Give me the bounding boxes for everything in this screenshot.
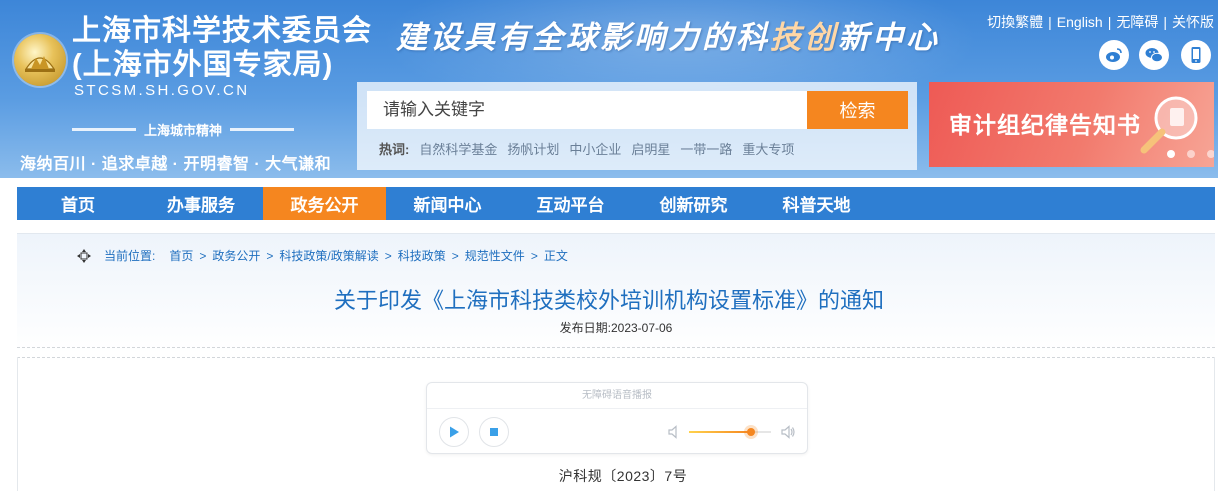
announcement-banner[interactable]: 审计组纪律告知书: [929, 82, 1214, 167]
play-icon: [450, 426, 459, 438]
nav-item-home[interactable]: 首页: [17, 187, 139, 220]
link-separator: |: [1163, 14, 1167, 30]
top-links: 切換繁體 | English | 无障碍 | 关怀版: [987, 12, 1214, 32]
banner-dot[interactable]: [1167, 150, 1175, 158]
breadcrumb-policy[interactable]: 科技政策: [398, 247, 446, 264]
english-link[interactable]: English: [1057, 14, 1103, 30]
volume-fill: [689, 431, 751, 433]
document-number: 沪科规〔2023〕7号: [558, 468, 688, 484]
city-spirit-values: 海纳百川 · 追求卓越 · 开明睿智 · 大气谦和: [20, 156, 332, 173]
city-emblem-icon[interactable]: [14, 34, 66, 86]
volume-knob[interactable]: [746, 428, 755, 436]
traditional-chinese-link[interactable]: 切換繁體: [987, 12, 1043, 32]
publish-date: 发布日期:2023-07-06: [0, 319, 1218, 336]
breadcrumb-label: 当前位置:: [104, 249, 156, 263]
publish-date-label: 发布日期:: [559, 321, 611, 335]
spirit-bar-right: [230, 127, 295, 131]
article-title: 关于印发《上海市科技类校外培训机构设置标准》的通知: [333, 288, 884, 313]
location-crosshair-icon: [77, 248, 91, 263]
org-name-line2[interactable]: (上海市外国专家局): [72, 48, 333, 82]
mobile-icon[interactable]: [1181, 40, 1211, 70]
wechat-icon[interactable]: [1139, 40, 1169, 70]
player-caption: 无障碍语音播报: [427, 383, 807, 409]
org-name-line1[interactable]: 上海市科学技术委员会: [72, 14, 372, 48]
divider: [17, 357, 1215, 358]
banner-text: 审计组纪律告知书: [949, 112, 1141, 138]
nav-item-news[interactable]: 新闻中心: [386, 187, 509, 220]
breadcrumb-government-affairs[interactable]: 政务公开: [212, 247, 260, 264]
hotword-link[interactable]: 自然科学基金: [419, 139, 497, 158]
mobile-glyph: [1191, 47, 1201, 63]
site-domain: STCSM.SH.GOV.CN: [74, 82, 250, 99]
slogan-part1: 建设具有全球影响力的科: [396, 20, 770, 56]
spirit-bar-left: [72, 127, 136, 131]
nav-item-science-popularization[interactable]: 科普天地: [755, 187, 878, 220]
breadcrumb: 当前位置: 首页 > 政务公开 > 科技政策/政策解读 > 科技政策 > 规范性…: [76, 247, 568, 264]
nav-item-government-affairs[interactable]: 政务公开: [263, 187, 386, 220]
breadcrumb-arrow: >: [451, 248, 459, 263]
hotword-link[interactable]: 启明星: [631, 139, 670, 158]
breadcrumb-current[interactable]: 正文: [544, 247, 568, 264]
city-spirit-title: 上海城市精神: [72, 120, 295, 138]
audio-player: 无障碍语音播报: [426, 382, 808, 454]
accessibility-link[interactable]: 无障碍: [1116, 12, 1158, 32]
breadcrumb-arrow: >: [199, 248, 207, 263]
search-input[interactable]: [367, 91, 807, 129]
link-separator: |: [1107, 14, 1112, 30]
emblem-graphic: [24, 56, 56, 72]
nav-item-services[interactable]: 办事服务: [139, 187, 263, 220]
main-navigation: 首页 办事服务 政务公开 新闻中心 互动平台 创新研究 科普天地: [17, 187, 1215, 220]
play-button[interactable]: [439, 417, 469, 447]
hotwords-label: 热词:: [379, 142, 410, 157]
banner-dot[interactable]: [1207, 150, 1214, 158]
slogan-highlight: 技创: [770, 20, 838, 56]
volume-high-icon[interactable]: [780, 424, 796, 440]
stop-icon: [490, 428, 498, 436]
site-header: 上海市科学技术委员会 (上海市外国专家局) STCSM.SH.GOV.CN 建设…: [0, 0, 1218, 178]
search-panel: 检索 热词: 自然科学基金 扬帆计划 中小企业 启明星 一带一路 重大专项: [357, 82, 917, 170]
slogan-part2: 新中心: [838, 20, 940, 56]
nav-item-innovation-research[interactable]: 创新研究: [632, 187, 755, 220]
wechat-glyph: [1145, 48, 1163, 63]
hotword-link[interactable]: 重大专项: [742, 139, 794, 158]
elderly-mode-link[interactable]: 关怀版: [1172, 12, 1214, 32]
spirit-title-text: 上海城市精神: [144, 122, 223, 138]
banner-dot[interactable]: [1187, 150, 1195, 158]
volume-low-icon[interactable]: [667, 424, 683, 440]
search-button[interactable]: 检索: [807, 91, 908, 129]
nav-item-interaction[interactable]: 互动平台: [509, 187, 632, 220]
weibo-icon[interactable]: [1099, 40, 1129, 70]
header-slogan: 建设具有全球影响力的科技创新中心: [396, 12, 940, 57]
divider: [17, 347, 1215, 348]
magnifier-illustration-icon: [1140, 96, 1198, 154]
weibo-glyph: [1106, 48, 1122, 62]
hotword-link[interactable]: 中小企业: [569, 139, 621, 158]
banner-pagination: [1167, 150, 1214, 158]
hotwords-list: 热词: 自然科学基金 扬帆计划 中小企业 启明星 一带一路 重大专项: [379, 139, 794, 158]
breadcrumb-arrow: >: [530, 248, 538, 263]
hotword-link[interactable]: 扬帆计划: [507, 139, 559, 158]
breadcrumb-arrow: >: [266, 248, 274, 263]
volume-slider[interactable]: [689, 428, 771, 436]
breadcrumb-home[interactable]: 首页: [169, 247, 193, 264]
hotword-link[interactable]: 一带一路: [680, 139, 732, 158]
link-separator: |: [1048, 14, 1052, 30]
publish-date-value: 2023-07-06: [610, 321, 673, 335]
breadcrumb-arrow: >: [384, 248, 392, 263]
breadcrumb-normative-documents[interactable]: 规范性文件: [465, 247, 525, 264]
breadcrumb-policy-interpretation[interactable]: 科技政策/政策解读: [279, 247, 378, 264]
stop-button[interactable]: [479, 417, 509, 447]
